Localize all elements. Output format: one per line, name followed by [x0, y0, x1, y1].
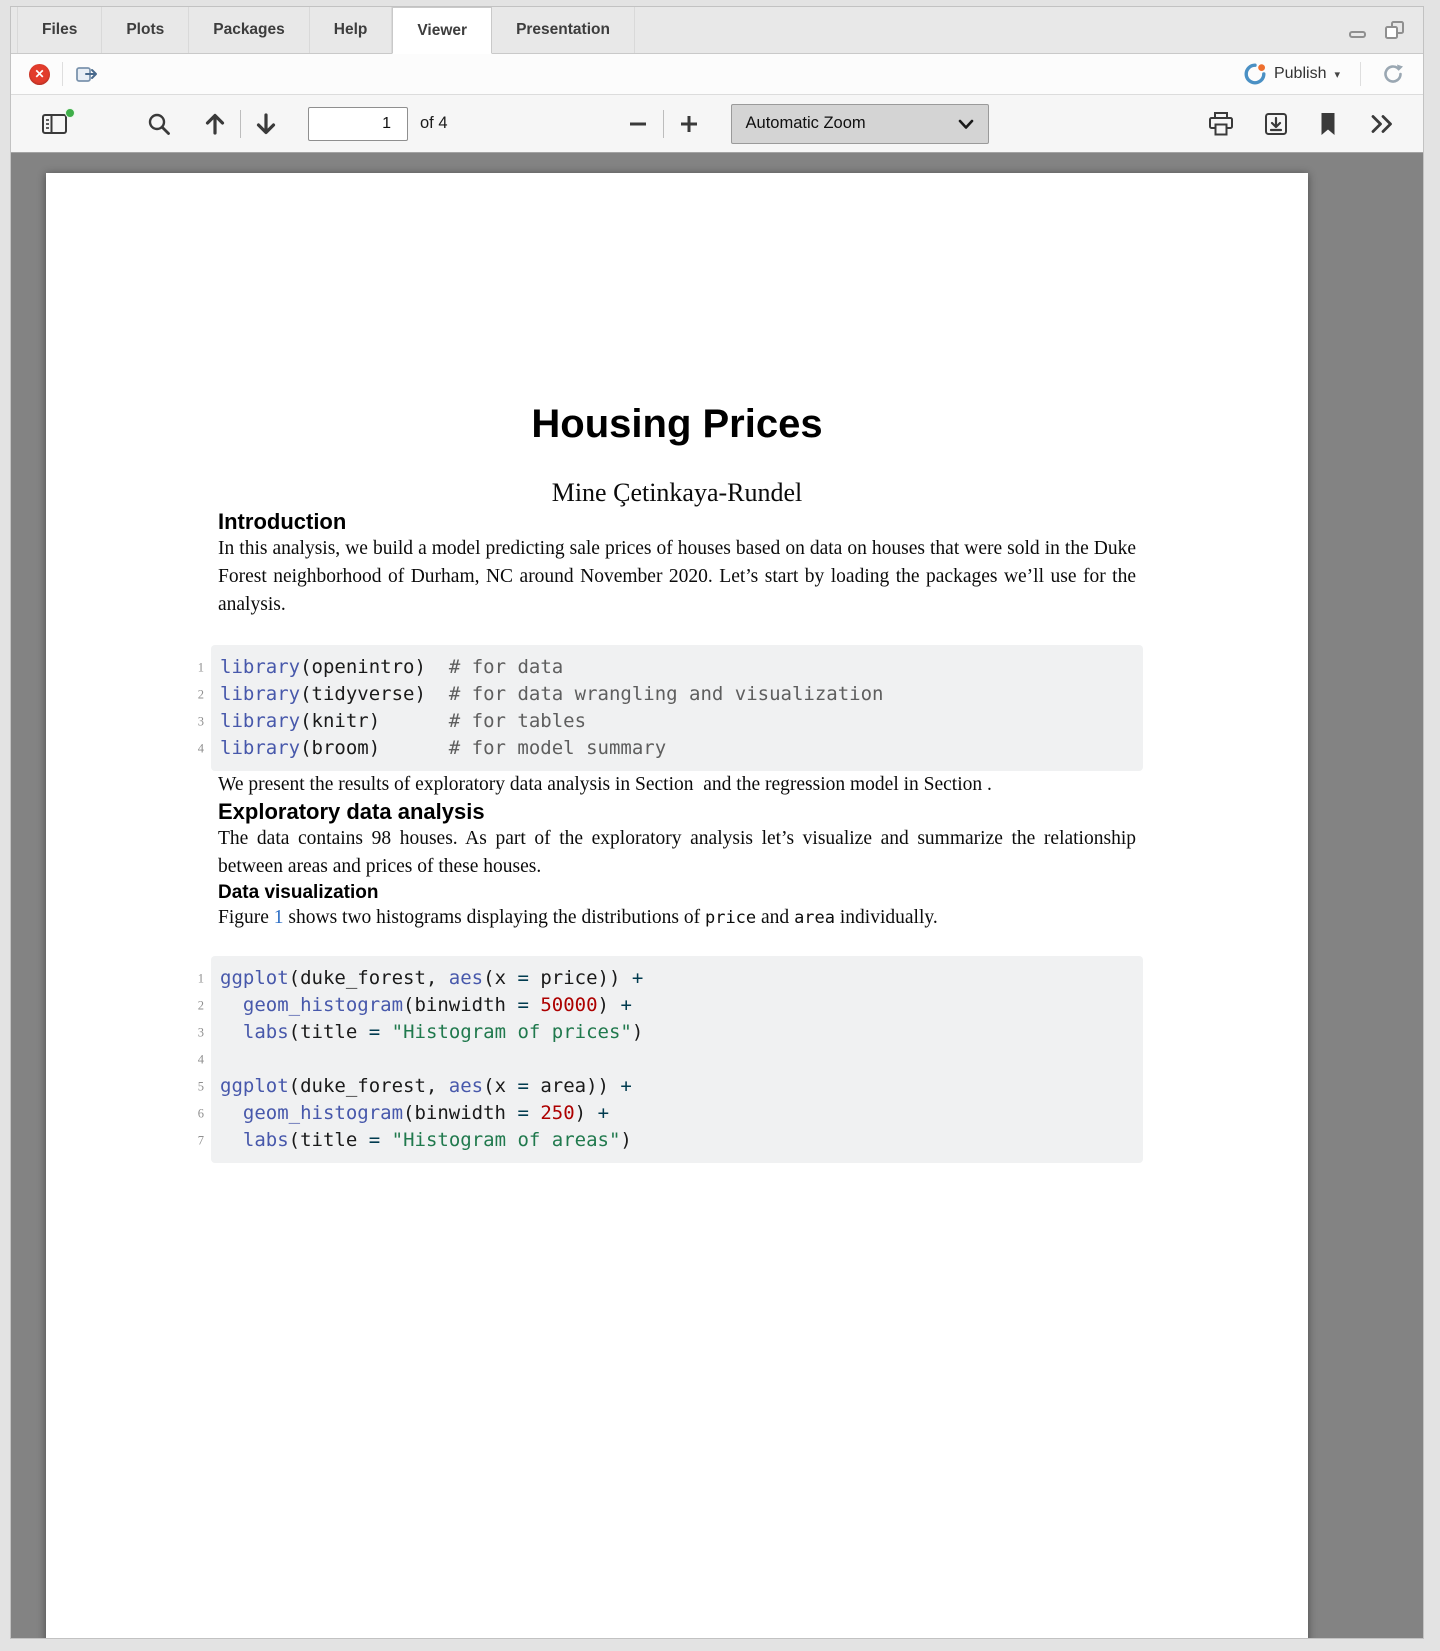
maximize-pane-icon[interactable]: [1383, 19, 1407, 41]
line-number: 2: [184, 992, 204, 1019]
print-button[interactable]: [1207, 111, 1235, 137]
section-heading-eda: Exploratory data analysis: [218, 799, 1136, 825]
code-line: 5ggplot(duke_forest, aes(x = area)) +: [220, 1073, 1143, 1100]
publish-icon: [1244, 63, 1266, 85]
download-button[interactable]: [1263, 111, 1289, 137]
pdf-toolbar-right: [1207, 111, 1397, 137]
page-count-label: of 4: [420, 114, 448, 133]
zoom-out-button[interactable]: [626, 112, 650, 136]
toolbar-divider: [1360, 62, 1361, 86]
tab-help[interactable]: Help: [310, 7, 393, 53]
code-line: 7 labs(title = "Histogram of areas"): [220, 1127, 1143, 1154]
pdf-viewport[interactable]: Housing Prices Mine Çetinkaya-Rundel Int…: [11, 153, 1423, 1638]
code-line: 4: [220, 1046, 1143, 1073]
page-number-input[interactable]: [308, 107, 408, 141]
bookmark-button[interactable]: [1317, 111, 1339, 137]
zoom-in-button[interactable]: [677, 112, 701, 136]
publish-dropdown-caret-icon: ▾: [1334, 68, 1340, 81]
code-line: 1ggplot(duke_forest, aes(x = price)) +: [220, 965, 1143, 992]
minimize-pane-icon[interactable]: [1347, 20, 1369, 40]
previous-page-button[interactable]: [201, 110, 229, 138]
search-button[interactable]: [145, 110, 173, 138]
code-line: 2 geom_histogram(binwidth = 50000) +: [220, 992, 1143, 1019]
line-number: 6: [184, 1100, 204, 1127]
code-block-histograms: 1ggplot(duke_forest, aes(x = price)) +2 …: [211, 956, 1143, 1163]
pane-window-controls: [1347, 7, 1423, 53]
tab-presentation[interactable]: Presentation: [492, 7, 635, 53]
sidebar-notification-dot: [65, 108, 75, 118]
line-number: 4: [184, 1046, 204, 1073]
inline-code: price: [705, 908, 756, 928]
clear-viewer-button[interactable]: ✕: [29, 64, 50, 85]
paragraph-section-refs: We present the results of exploratory da…: [218, 771, 1136, 799]
line-number: 7: [184, 1127, 204, 1154]
zoom-select-label: Automatic Zoom: [746, 114, 958, 133]
code-line: 3 labs(title = "Histogram of prices"): [220, 1019, 1143, 1046]
document-title: Housing Prices: [218, 401, 1136, 447]
code-line: 1library(openintro) # for data: [220, 654, 1143, 681]
section-heading-introduction: Introduction: [218, 509, 1136, 535]
tab-files[interactable]: Files: [17, 7, 102, 53]
tab-plots[interactable]: Plots: [102, 7, 189, 53]
inline-code: area: [794, 908, 835, 928]
paragraph-figure-reference: Figure 1 shows two histograms displaying…: [218, 904, 1136, 932]
pdf-toolbar: of 4 Automatic Zoom: [11, 95, 1423, 153]
zoom-select[interactable]: Automatic Zoom: [731, 104, 989, 144]
code-block-libraries: 1library(openintro) # for data2library(t…: [211, 645, 1143, 771]
rstudio-viewer-pane: Files Plots Packages Help Viewer Present…: [10, 6, 1424, 1639]
publish-label: Publish: [1274, 65, 1326, 83]
refresh-icon[interactable]: [1381, 62, 1405, 86]
code-line: 4library(broom) # for model summary: [220, 735, 1143, 762]
figure-reference-link[interactable]: 1: [274, 907, 284, 928]
tab-packages[interactable]: Packages: [189, 7, 310, 53]
tab-viewer[interactable]: Viewer: [392, 7, 492, 54]
open-in-new-window-icon[interactable]: [75, 64, 101, 84]
code-line: 3library(knitr) # for tables: [220, 708, 1143, 735]
line-number: 2: [184, 681, 204, 708]
chevron-down-icon: [958, 118, 974, 130]
paragraph-introduction: In this analysis, we build a model predi…: [218, 535, 1136, 619]
code-line: 6 geom_histogram(binwidth = 250) +: [220, 1100, 1143, 1127]
document-content: Housing Prices Mine Çetinkaya-Rundel Int…: [46, 401, 1308, 1163]
toolbar-divider: [62, 62, 63, 86]
more-tools-chevrons-icon[interactable]: [1367, 111, 1397, 137]
next-page-button[interactable]: [252, 110, 280, 138]
paragraph-eda: The data contains 98 houses. As part of …: [218, 825, 1136, 881]
toolbar-divider: [240, 110, 241, 138]
line-number: 4: [184, 735, 204, 762]
toggle-sidebar-button[interactable]: [37, 112, 71, 136]
pane-tab-bar: Files Plots Packages Help Viewer Present…: [11, 7, 1423, 54]
subsection-heading-data-visualization: Data visualization: [218, 881, 1136, 904]
toolbar-divider: [663, 110, 664, 138]
code-line: 2library(tidyverse) # for data wrangling…: [220, 681, 1143, 708]
pdf-page-1: Housing Prices Mine Çetinkaya-Rundel Int…: [46, 173, 1308, 1638]
line-number: 1: [184, 654, 204, 681]
viewer-toolbar: ✕ Publish ▾: [11, 54, 1423, 95]
line-number: 3: [184, 708, 204, 735]
publish-button[interactable]: Publish ▾: [1244, 62, 1405, 86]
line-number: 5: [184, 1073, 204, 1100]
line-number: 3: [184, 1019, 204, 1046]
document-author: Mine Çetinkaya-Rundel: [218, 477, 1136, 509]
line-number: 1: [184, 965, 204, 992]
